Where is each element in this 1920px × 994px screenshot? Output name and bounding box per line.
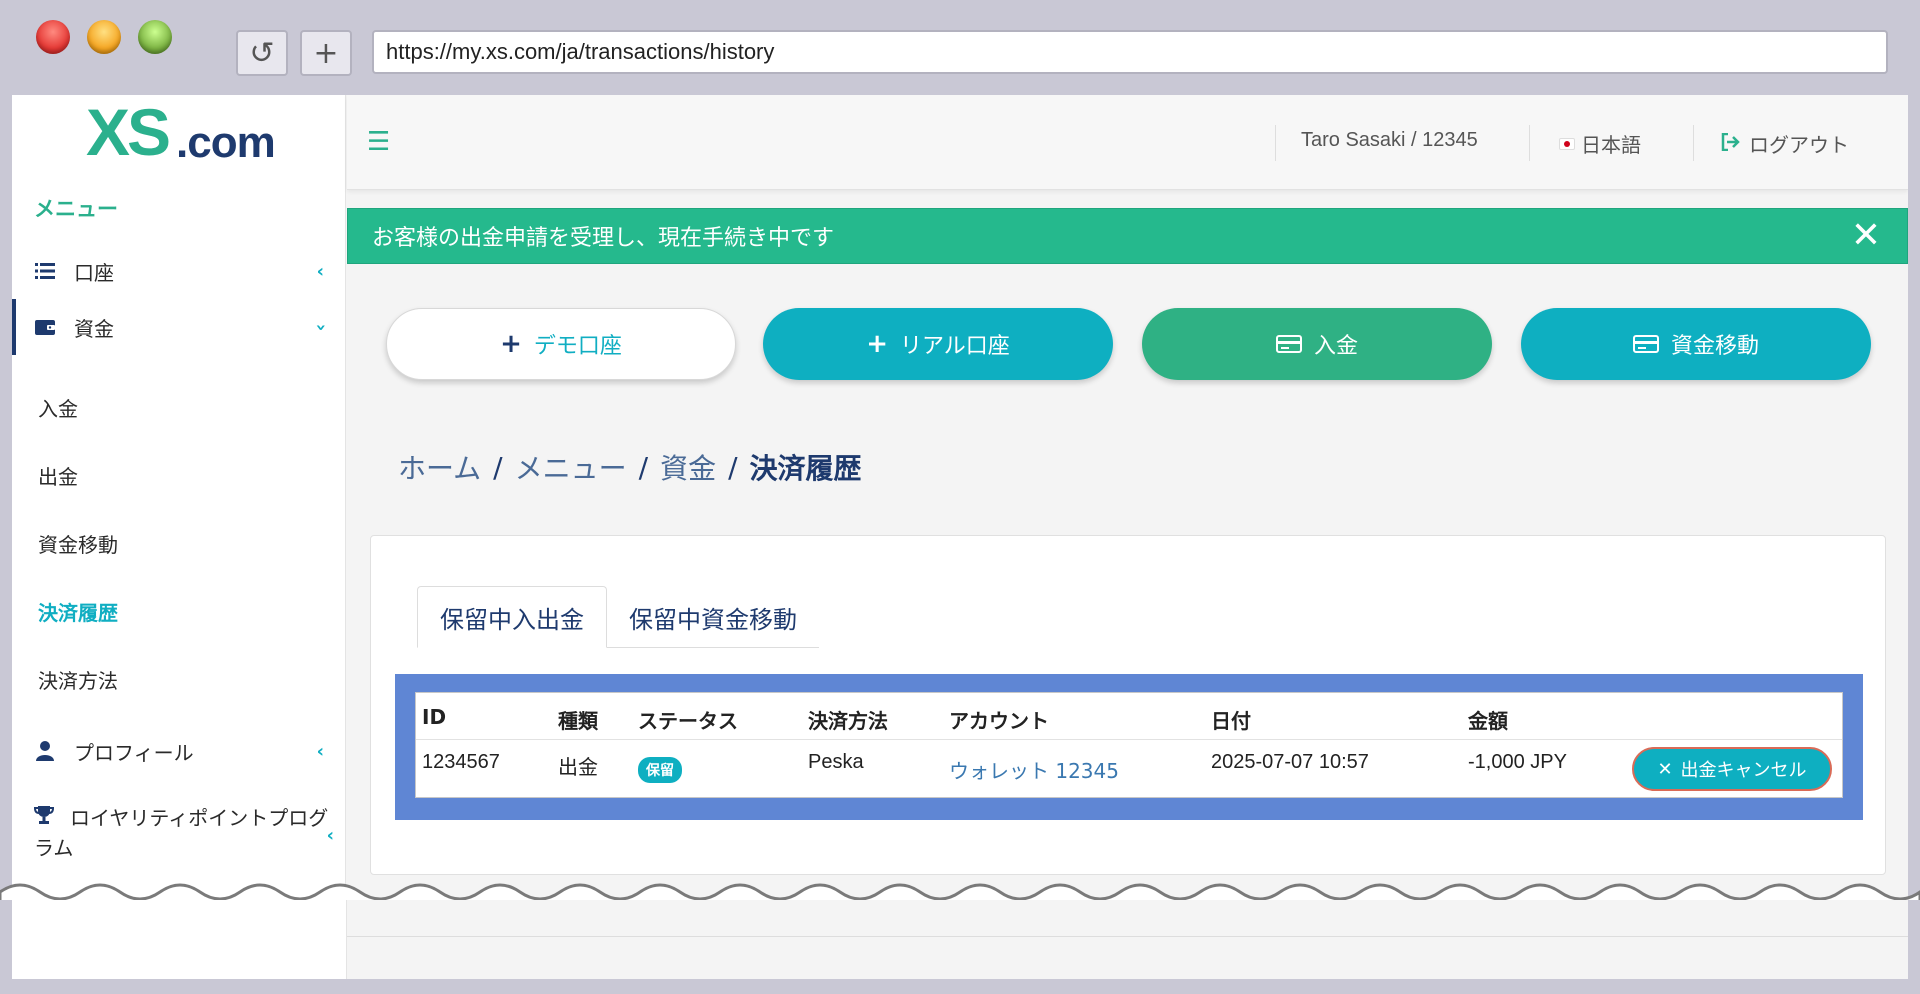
demo-account-button[interactable]: + デモ口座	[386, 308, 736, 380]
breadcrumb-funds[interactable]: 資金	[660, 447, 716, 487]
address-bar[interactable]: https://my.xs.com/ja/transactions/histor…	[372, 30, 1888, 74]
trophy-icon	[33, 803, 56, 833]
success-alert: お客様の出金申請を受理し、現在手続き中です ✕	[347, 208, 1908, 264]
chevron-down-icon: ‹	[309, 323, 331, 331]
chevron-left-icon: ‹	[326, 825, 334, 846]
chevron-left-icon: ‹	[316, 740, 324, 762]
sidebar-item-accounts[interactable]: 口座 ‹	[12, 243, 346, 299]
page-bottom-fragment	[0, 900, 1920, 994]
sidebar-subitem-deposit[interactable]: 入金	[38, 393, 78, 422]
browser-chrome: ↺ + https://my.xs.com/ja/transactions/hi…	[0, 0, 1920, 95]
header-divider	[1275, 125, 1276, 161]
cell-method: Peska	[808, 751, 864, 773]
deposit-button[interactable]: 入金	[1142, 308, 1492, 380]
tab-pending-deposits-withdrawals[interactable]: 保留中入出金	[417, 586, 607, 648]
logo-com: .com	[176, 118, 276, 167]
column-header-status: ステータス	[638, 709, 738, 733]
logout-label: ログアウト	[1749, 133, 1849, 157]
status-badge: 保留	[638, 757, 682, 783]
button-label: 出金キャンセル	[1680, 760, 1807, 781]
sidebar-item-loyalty[interactable]: ロイヤリティポイントプログラム ‹	[33, 803, 334, 863]
menu-title: メニュー	[34, 197, 118, 221]
plus-icon: +	[866, 329, 888, 359]
sidebar-subitem-methods[interactable]: 決済方法	[38, 665, 118, 694]
cell-date: 2025-07-07 10:57	[1211, 751, 1369, 773]
breadcrumb: ホーム / メニュー / 資金 / 決済履歴	[398, 447, 862, 487]
alert-message: お客様の出金申請を受理し、現在手続き中です	[372, 226, 835, 251]
user-info[interactable]: Taro Sasaki / 12345	[1301, 129, 1478, 152]
chevron-left-icon: ‹	[316, 260, 324, 282]
logo-xs: XS	[86, 95, 171, 169]
hamburger-menu-icon[interactable]: ☰	[367, 127, 390, 157]
column-header-amount: 金額	[1468, 709, 1508, 733]
sidebar-item-label: 資金	[74, 316, 114, 341]
close-window-button[interactable]	[36, 20, 70, 54]
breadcrumb-separator: /	[493, 450, 503, 484]
close-icon: ✕	[1657, 758, 1673, 780]
close-icon[interactable]: ✕	[1851, 215, 1881, 256]
credit-card-icon	[1275, 335, 1302, 353]
table-highlight: ID 種類 ステータス 決済方法 アカウント 日付 金額 1234567 出金 …	[395, 674, 1863, 820]
cell-account-link[interactable]: ウォレット 12345	[949, 755, 1119, 784]
maximize-window-button[interactable]	[138, 20, 172, 54]
cell-id: 1234567	[422, 751, 500, 773]
transactions-card: 保留中入出金 保留中資金移動 ID 種類 ステータス 決済方法 アカウント 日付…	[370, 535, 1886, 875]
button-label: リアル口座	[900, 334, 1010, 359]
sidebar-subitem-history[interactable]: 決済履歴	[38, 597, 118, 626]
sidebar: XS .com メニュー 口座 ‹ 資金 ‹ 入金 出金 資金移動 決済履歴 決…	[12, 95, 346, 979]
reload-button[interactable]: ↺	[236, 30, 288, 76]
top-header: ☰ Taro Sasaki / 12345 日本語 ログアウト	[347, 95, 1908, 190]
sidebar-item-funds[interactable]: 資金 ‹	[12, 299, 346, 355]
language-label: 日本語	[1581, 133, 1641, 157]
list-icon	[34, 260, 56, 282]
credit-card-icon	[1632, 335, 1659, 353]
wallet-icon	[34, 316, 56, 338]
sidebar-item-label: プロフィール	[74, 740, 194, 765]
user-icon	[34, 740, 56, 762]
column-header-type: 種類	[558, 709, 598, 733]
column-header-id: ID	[422, 705, 447, 729]
cell-amount: -1,000 JPY	[1468, 751, 1567, 773]
sidebar-subitem-transfer[interactable]: 資金移動	[38, 529, 118, 558]
plus-icon: +	[500, 329, 522, 359]
column-header-account: アカウント	[949, 709, 1049, 733]
button-label: 入金	[1313, 334, 1358, 359]
language-selector[interactable]: 日本語	[1559, 129, 1641, 158]
new-tab-button[interactable]: +	[300, 30, 352, 76]
breadcrumb-current: 決済履歴	[749, 452, 862, 485]
logout-button[interactable]: ログアウト	[1721, 129, 1849, 158]
breadcrumb-menu[interactable]: メニュー	[515, 447, 627, 487]
real-account-button[interactable]: + リアル口座	[763, 308, 1113, 380]
transactions-table: ID 種類 ステータス 決済方法 アカウント 日付 金額 1234567 出金 …	[415, 692, 1843, 798]
japan-flag-icon	[1559, 137, 1575, 150]
sidebar-subitem-withdraw[interactable]: 出金	[38, 461, 78, 490]
breadcrumb-home[interactable]: ホーム	[398, 447, 481, 487]
tab-bar: 保留中入出金 保留中資金移動	[417, 586, 819, 648]
sidebar-item-profile[interactable]: プロフィール ‹	[12, 723, 346, 779]
header-divider	[1529, 125, 1530, 161]
header-divider	[1693, 125, 1694, 161]
sidebar-item-label: 口座	[74, 260, 114, 285]
transfer-button[interactable]: 資金移動	[1521, 308, 1871, 380]
breadcrumb-separator: /	[638, 450, 649, 484]
xs-logo[interactable]: XS .com	[86, 99, 286, 169]
column-header-method: 決済方法	[808, 709, 888, 733]
button-label: デモ口座	[533, 334, 622, 359]
column-header-date: 日付	[1211, 709, 1251, 733]
header-divider	[416, 739, 1842, 740]
tab-pending-transfers[interactable]: 保留中資金移動	[607, 586, 819, 648]
plus-icon: +	[313, 35, 339, 71]
sign-out-icon	[1721, 132, 1741, 156]
reload-icon: ↺	[249, 35, 275, 71]
page-viewport: XS .com メニュー 口座 ‹ 資金 ‹ 入金 出金 資金移動 決済履歴 決…	[12, 95, 1908, 979]
breadcrumb-separator: /	[728, 450, 738, 484]
button-label: 資金移動	[1670, 334, 1759, 359]
sidebar-item-label: ロイヤリティポイントプログラム	[34, 806, 329, 860]
url-text: https://my.xs.com/ja/transactions/histor…	[386, 39, 775, 64]
cell-type: 出金	[558, 755, 598, 779]
minimize-window-button[interactable]	[87, 20, 121, 54]
cancel-withdrawal-button[interactable]: ✕ 出金キャンセル	[1632, 747, 1832, 791]
